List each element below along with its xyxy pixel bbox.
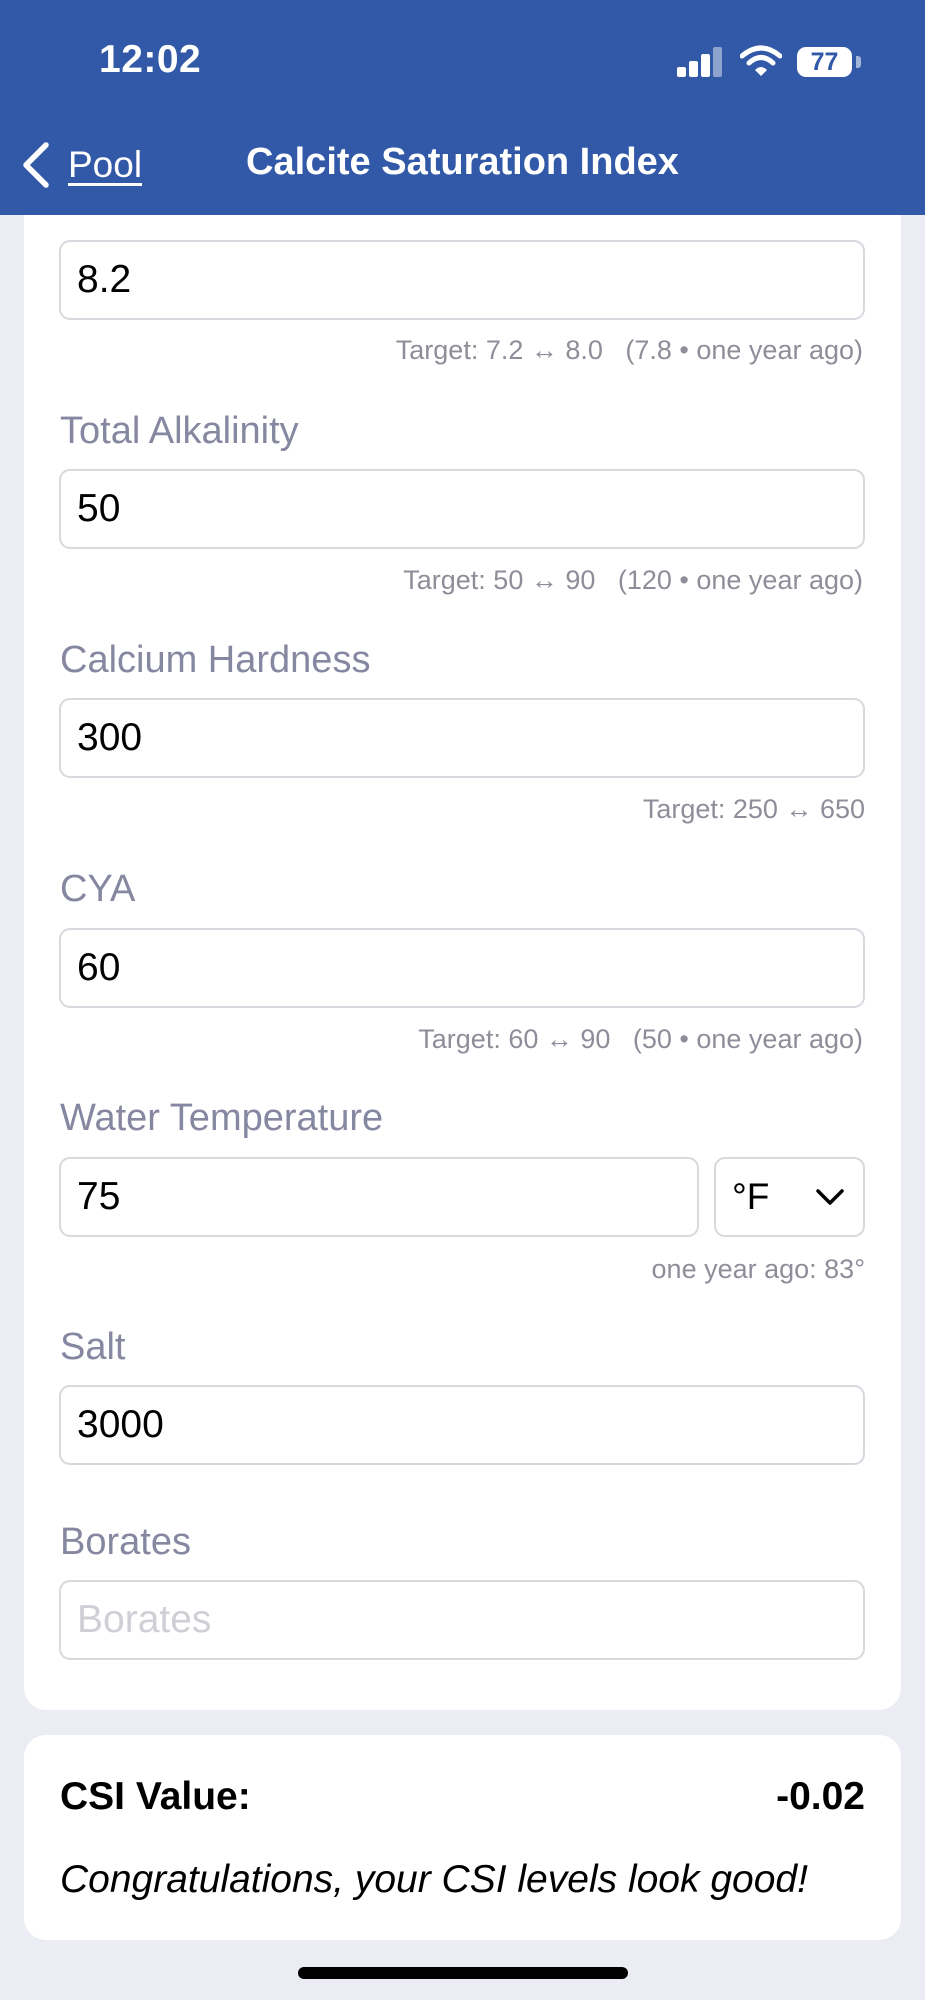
battery-cap	[856, 56, 861, 68]
csi-message: Congratulations, your CSI levels look go…	[60, 1858, 808, 1901]
calcium-hardness-label: Calcium Hardness	[60, 639, 371, 681]
status-time: 12:02	[99, 38, 202, 81]
cya-hint: Target: 60 ↔ 90 (50 • one year ago)	[418, 1024, 863, 1054]
ph-input[interactable]: 8.2	[59, 240, 865, 320]
home-indicator[interactable]	[298, 1967, 628, 1979]
cellular-signal-icon	[677, 47, 723, 77]
csi-label: CSI Value:	[60, 1775, 251, 1818]
form-card: 8.2 Target: 7.2 ↔ 8.0 (7.8 • one year ag…	[24, 160, 901, 1710]
result-card: CSI Value: -0.02 Congratulations, your C…	[24, 1735, 901, 1940]
borates-input[interactable]: Borates	[59, 1580, 865, 1660]
total-alkalinity-label: Total Alkalinity	[60, 410, 299, 452]
csi-value: -0.02	[776, 1775, 865, 1818]
borates-label: Borates	[60, 1521, 191, 1563]
chevron-down-icon	[816, 1189, 844, 1205]
cya-input[interactable]: 60	[59, 928, 865, 1008]
salt-label: Salt	[60, 1326, 126, 1368]
page-title: Calcite Saturation Index	[246, 141, 679, 183]
ph-hint: Target: 7.2 ↔ 8.0 (7.8 • one year ago)	[395, 335, 863, 365]
cya-label: CYA	[60, 868, 136, 910]
water-temperature-hint: one year ago: 83°	[651, 1254, 865, 1284]
temperature-unit-value: °F	[732, 1176, 770, 1217]
battery-level: 77	[810, 48, 839, 76]
total-alkalinity-hint: Target: 50 ↔ 90 (120 • one year ago)	[403, 565, 863, 595]
total-alkalinity-input[interactable]: 50	[59, 469, 865, 549]
nav-header: 12:02 77 Pool Calcite Saturation Index	[0, 0, 925, 215]
water-temperature-label: Water Temperature	[60, 1097, 384, 1139]
wifi-icon	[740, 45, 782, 76]
calcium-hardness-input[interactable]: 300	[59, 698, 865, 778]
temperature-unit-select[interactable]: °F	[714, 1157, 865, 1237]
calcium-hardness-hint: Target: 250 ↔ 650	[642, 794, 865, 824]
water-temperature-input[interactable]: 75	[59, 1157, 699, 1237]
salt-input[interactable]: 3000	[59, 1385, 865, 1465]
battery-icon: 77	[797, 47, 852, 77]
